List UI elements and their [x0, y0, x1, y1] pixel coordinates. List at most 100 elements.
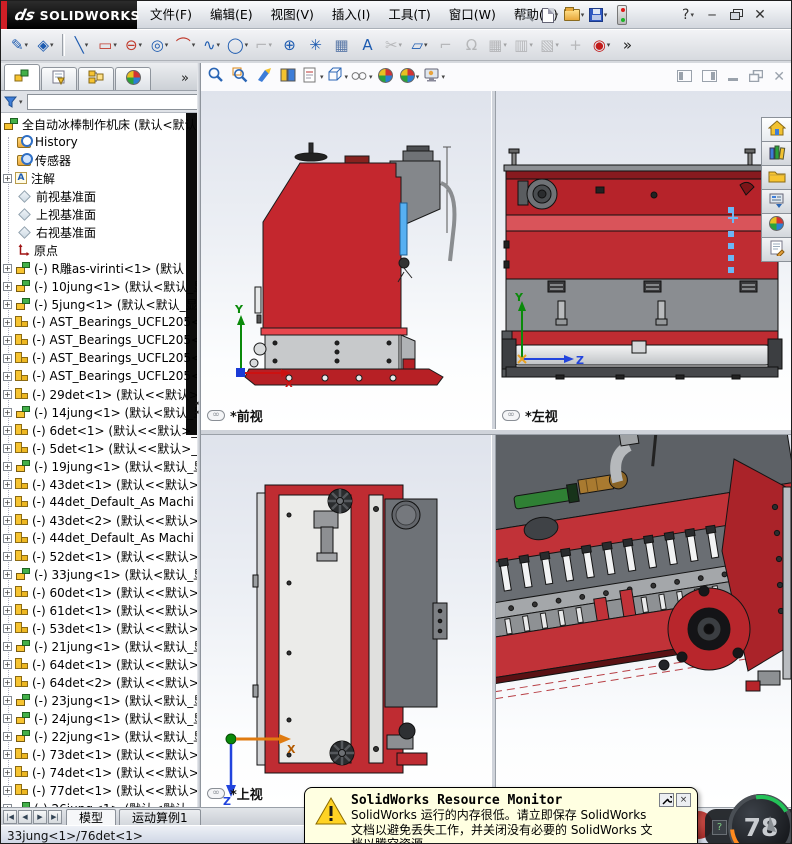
mirror-entities-tool[interactable]: ▦ [329, 32, 354, 58]
tree-item[interactable]: + (-) 74det<1> (默认<<默认>_ [1, 763, 197, 781]
viewport-horizontal-splitter[interactable] [201, 429, 791, 435]
sketch-fillet-tool[interactable]: ⌐ ▾ [251, 32, 276, 58]
tree-item[interactable]: + 注解 [1, 169, 197, 187]
dimxpertmanager-tab[interactable] [115, 67, 151, 90]
line-tool[interactable]: ╲ ▾ [69, 32, 94, 58]
expand-toggle[interactable]: + [3, 605, 12, 615]
sketch-tool[interactable]: ✎ ▾ [7, 32, 32, 58]
expand-toggle[interactable]: + [3, 425, 12, 435]
expand-toggle[interactable]: + [3, 299, 12, 309]
expand-toggle[interactable]: + [3, 623, 12, 633]
tree-item[interactable]: + (-) 43det<1> (默认<<默认>_ [1, 475, 197, 493]
zoom-to-fit-button[interactable] [205, 65, 227, 89]
tree-filter-input[interactable] [26, 93, 210, 110]
doc-tab[interactable]: 运动算例1 [119, 809, 201, 825]
viewport-front[interactable]: Y X ∞ *前视 [201, 91, 491, 429]
memory-gauge-ball[interactable]: 78 [728, 794, 791, 843]
propertymanager-tab[interactable] [41, 67, 77, 90]
expand-toggle[interactable]: + [3, 371, 12, 381]
convert-entities-tool[interactable]: ▱ ▾ [407, 32, 432, 58]
expand-toggle[interactable]: + [3, 353, 12, 363]
trim-entities-tool[interactable]: ✂ ▾ [381, 32, 406, 58]
restore-button[interactable] [725, 3, 747, 27]
tree-item[interactable]: + (-) 64det<2> (默认<<默认>_ [1, 673, 197, 691]
tab-scroll-button[interactable]: ▶ [33, 810, 47, 824]
tree-item[interactable]: + (-) 44det_Default_As Machi [1, 529, 197, 547]
alert-bell-tool[interactable]: Ω [459, 32, 484, 58]
taskpane-appearances-scenes-tab[interactable] [761, 213, 791, 238]
expand-toggle[interactable]: + [3, 461, 12, 471]
detach-tool-tool[interactable]: ◉ ▾ [589, 32, 614, 58]
circle-tool[interactable]: ◎ ▾ [147, 32, 172, 58]
pane-left-icon[interactable] [677, 67, 693, 86]
minimize-button[interactable]: ─ [701, 3, 723, 27]
expand-toggle[interactable]: + [3, 551, 12, 561]
display-style-button[interactable]: ▾ [350, 65, 373, 89]
resource-monitor-close-button[interactable]: × [676, 793, 691, 807]
close-button[interactable]: ✕ [749, 3, 771, 27]
tree-item[interactable]: + (-) 53det<1> (默认<<默认>_ [1, 619, 197, 637]
doc-close-icon[interactable]: ✕ [773, 69, 785, 85]
expand-toggle[interactable]: + [3, 731, 12, 741]
point-tool[interactable]: ✳ [303, 32, 328, 58]
instant2d-tool[interactable]: + [563, 32, 588, 58]
tree-root-item[interactable]: 全自动冰棒制作机床 (默认<默认 [1, 115, 197, 133]
tree-item[interactable]: 原点 [1, 241, 197, 259]
viewport-isometric[interactable] [496, 435, 791, 807]
menu-item[interactable]: 插入(I) [323, 1, 379, 29]
expand-toggle[interactable]: + [3, 497, 12, 507]
search-pin-icon[interactable] [519, 1, 535, 29]
centerpoint-arc-tool[interactable]: ⌒ ▾ [173, 32, 198, 58]
tree-item[interactable]: + (-) 44det_Default_As Machi [1, 493, 197, 511]
tree-item[interactable]: History [1, 133, 197, 151]
expand-toggle[interactable]: + [3, 713, 12, 723]
tree-item[interactable]: 右视基准面 [1, 223, 197, 241]
spline-tool[interactable]: ∿ ▾ [199, 32, 224, 58]
apply-scene-button[interactable]: ▾ [399, 65, 421, 89]
tree-item[interactable]: + (-) AST_Bearings_UCFL205<2 [1, 331, 197, 349]
zoom-to-area-button[interactable] [229, 65, 251, 89]
tree-item[interactable]: + (-) AST_Bearings_UCFL205<4 [1, 367, 197, 385]
tree-item[interactable]: + (-) AST_Bearings_UCFL205<3 [1, 349, 197, 367]
menu-item[interactable]: 窗口(W) [440, 1, 505, 29]
expand-toggle[interactable]: + [3, 389, 12, 399]
help-button[interactable]: ? ▾ [677, 3, 699, 27]
menu-item[interactable]: 文件(F) [141, 1, 201, 29]
tree-item[interactable]: + (-) 64det<1> (默认<<默认>_ [1, 655, 197, 673]
section-view-button[interactable] [277, 65, 299, 89]
offset-entities-tool[interactable]: ⌐ [433, 32, 458, 58]
tree-item[interactable]: + (-) 23jung<1> (默认<默认_显 [1, 691, 197, 709]
sketch-picture-tool[interactable]: ▧ ▾ [537, 32, 562, 58]
filter-funnel-icon[interactable]: ▾ [4, 96, 23, 108]
panel-collapse-arrows[interactable]: ◂ ◂ [195, 399, 203, 417]
tab-scroll-button[interactable]: ▶| [48, 810, 62, 824]
straight-slot-tool[interactable]: ⊖ ▾ [121, 32, 146, 58]
expand-toggle[interactable]: + [3, 443, 12, 453]
tree-item[interactable]: + (-) 6det<1> (默认<<默认>_显 [1, 421, 197, 439]
tree-item[interactable]: 上视基准面 [1, 205, 197, 223]
open-document-button[interactable]: ▾ [563, 3, 585, 27]
taskpane-custom-properties-tab[interactable] [761, 237, 791, 262]
tree-item[interactable]: + (-) 29det<1> (默认<<默认>_ [1, 385, 197, 403]
tree-item[interactable]: + (-) R雕as-virinti<1> (默认 [1, 259, 197, 277]
expand-toggle[interactable]: + [3, 479, 12, 489]
tree-item[interactable]: + (-) 52det<1> (默认<<默认>_ [1, 547, 197, 565]
linear-pattern-tool[interactable]: ▦ ▾ [485, 32, 510, 58]
expand-toggle[interactable]: + [3, 173, 12, 183]
tree-item[interactable]: + (-) 73det<1> (默认<<默认>_ [1, 745, 197, 763]
expand-toggle[interactable]: + [3, 641, 12, 651]
view-settings-button[interactable]: ▾ [423, 65, 445, 89]
toolbar-overflow-tool[interactable]: » [615, 32, 640, 58]
tree-item[interactable]: + (-) 21jung<1> (默认<默认_显 [1, 637, 197, 655]
doc-restore-icon[interactable] [749, 67, 764, 86]
viewport-left[interactable]: Y Z ∞ *左视 [496, 91, 791, 429]
menu-item[interactable]: 视图(V) [262, 1, 323, 29]
menu-item[interactable]: 工具(T) [379, 1, 439, 29]
expand-toggle[interactable]: + [3, 281, 12, 291]
tree-item[interactable]: + (-) 10jung<1> (默认<默认_显 [1, 277, 197, 295]
tree-item[interactable]: + (-) 61det<1> (默认<<默认>_ [1, 601, 197, 619]
expand-toggle[interactable]: + [3, 515, 12, 525]
circular-pattern-tool[interactable]: ▥ ▾ [511, 32, 536, 58]
resource-monitor-tools-button[interactable] [659, 793, 674, 807]
expand-toggle[interactable]: + [3, 335, 12, 345]
